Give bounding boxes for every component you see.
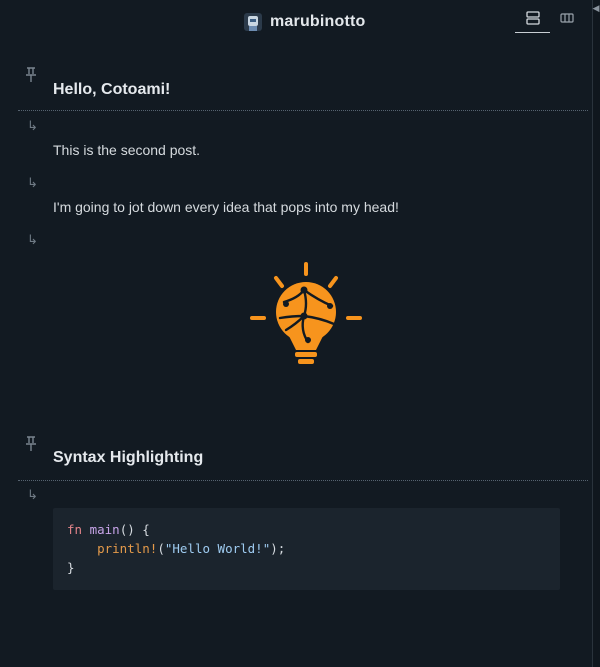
node-title[interactable]: marubinotto [244, 11, 366, 33]
code-block: fn main() { println!("Hello World!"); } [53, 508, 560, 590]
code-punctuation: () { [119, 522, 150, 537]
pin-icon[interactable] [24, 436, 38, 452]
code-line: println!("Hello World!"); [67, 539, 285, 558]
scroll-left-icon[interactable]: ◀ [592, 3, 600, 13]
reply-arrow-icon[interactable]: ↳ [27, 488, 38, 502]
columns-view-icon [560, 13, 574, 23]
code-line: } [67, 558, 75, 577]
code-macro: println! [97, 541, 158, 556]
code-punctuation: ( [157, 541, 165, 556]
post-text: I'm going to jot down every idea that po… [53, 199, 399, 215]
lightbulb-logo [250, 262, 362, 364]
active-view-indicator [515, 32, 550, 33]
columns-view-button[interactable] [552, 8, 582, 28]
pinned-divider [18, 480, 588, 481]
reply-arrow-icon[interactable]: ↳ [27, 119, 38, 133]
pin-icon[interactable] [24, 67, 38, 83]
post-text: This is the second post. [53, 142, 201, 158]
pinned-divider [18, 110, 588, 111]
post-heading: Syntax Highlighting [53, 449, 204, 466]
rows-view-button[interactable] [518, 8, 548, 28]
post-heading: Hello, Cotoami! [53, 81, 171, 98]
code-punctuation: } [67, 560, 75, 575]
code-string: "Hello World!" [164, 541, 271, 556]
avatar [244, 13, 262, 31]
app-frame: marubinotto Hello, Cotoami! ↳ This is th… [0, 0, 593, 667]
header: marubinotto [0, 0, 592, 42]
page-title: marubinotto [270, 13, 366, 30]
code-keyword: fn [67, 522, 83, 537]
code-line: fn main() { [67, 520, 150, 539]
reply-arrow-icon[interactable]: ↳ [27, 233, 38, 247]
code-punctuation: ); [270, 541, 286, 556]
code-function-name: main [89, 522, 120, 537]
rows-view-icon [526, 11, 540, 25]
reply-arrow-icon[interactable]: ↳ [27, 176, 38, 190]
